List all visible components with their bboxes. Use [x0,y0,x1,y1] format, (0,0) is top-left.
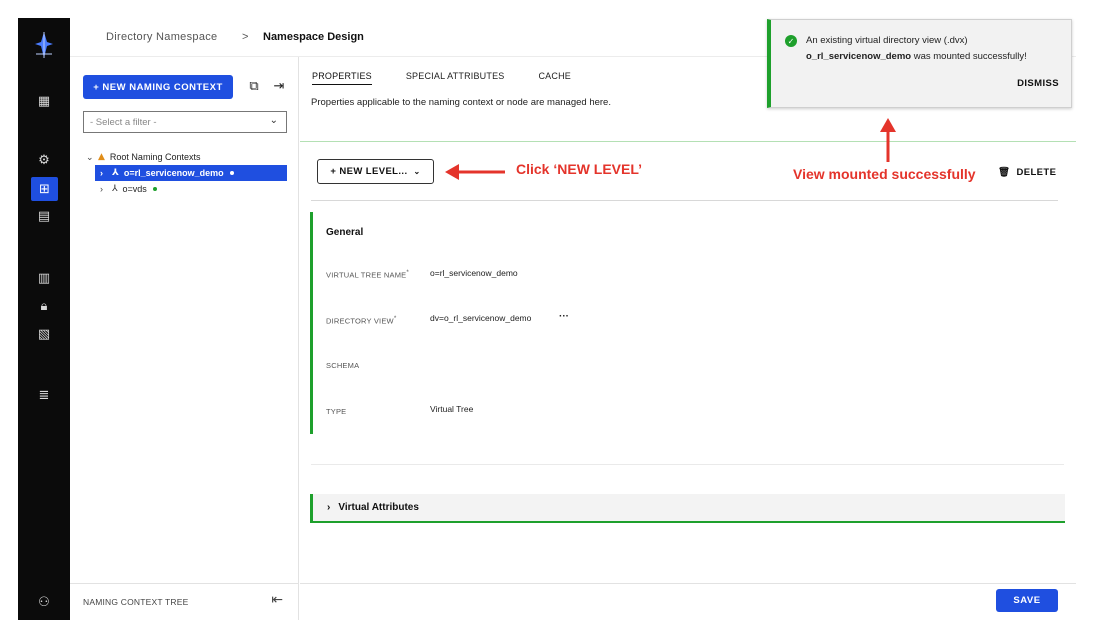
file-check-icon[interactable]: ▧ [32,324,56,344]
list-icon[interactable]: ≣ [32,385,56,405]
chevron-down-icon: ⌄ [413,167,421,176]
new-level-label: + NEW LEVEL... [330,166,408,177]
tree-item-label: o=rl_servicenow_demo [123,168,224,178]
naming-context-tree: ⌄ ▲ Root Naming Contexts › ⅄ o=rl_servic… [86,149,287,197]
dismiss-button[interactable]: DISMISS [1017,78,1059,89]
app-icon-rail: ▦ ⚙ ⊞ ▤ ▥ 🔒︎ ▧ ≣ ⚇ [18,18,70,620]
chevron-right-icon[interactable]: › [95,168,112,178]
success-toast: ✓ An existing virtual directory view (.d… [767,19,1072,108]
tree-item-vds[interactable]: › ⅄ o=vds [95,181,286,197]
toast-message-line2: o_rl_servicenow_demo was mounted success… [806,51,1027,62]
check-circle-icon: ✓ [785,35,797,47]
virtual-tree-name-value[interactable]: o=rl_servicenow_demo [430,268,518,278]
delete-button[interactable]: 🗑︎ DELETE [998,167,1056,178]
calendar-icon[interactable]: ▥ [32,268,56,288]
panel-footer: NAMING CONTEXT TREE ⇤ [70,583,299,620]
save-button[interactable]: SAVE [996,589,1058,612]
general-title: General [326,227,364,238]
toast-message-line1: An existing virtual directory view (.dvx… [806,35,968,46]
hierarchy-icon: ⅄ [112,184,118,194]
new-naming-context-button[interactable]: + NEW NAMING CONTEXT [83,75,233,99]
warning-icon: ▲ [98,152,105,162]
divider [311,200,1058,201]
toast-view-name: o_rl_servicenow_demo [806,51,912,62]
breadcrumb-current: Namespace Design [263,31,364,43]
annotation-arrow-up [880,118,896,162]
divider [311,464,1064,465]
main-content: PROPERTIES SPECIAL ATTRIBUTES CACHE Prop… [300,57,1076,620]
hierarchy-icon: ⅄ [112,168,119,178]
panel-footer-label: NAMING CONTEXT TREE [83,597,189,607]
naming-context-panel: + NEW NAMING CONTEXT ⧉ ⇥ - Select a filt… [70,57,299,620]
refresh-icon[interactable]: ⧉ [246,78,262,94]
annotation-arrow-left [445,164,505,180]
virtual-tree-name-label: VIRTUAL TREE NAME* [326,269,410,280]
chevron-right-icon[interactable]: › [95,184,112,194]
breadcrumb-parent[interactable]: Directory Namespace [106,31,217,43]
type-value: Virtual Tree [430,404,474,414]
chevron-right-icon: › [327,502,331,513]
section-divider [300,141,1076,142]
filter-select[interactable]: - Select a filter - ⌄ [83,111,287,133]
type-label: TYPE [326,407,347,416]
status-dot [229,171,234,175]
page-description: Properties applicable to the naming cont… [311,97,611,108]
status-dot [152,187,157,191]
annotation-view-mounted: View mounted successfully [793,166,976,182]
directory-view-label: DIRECTORY VIEW* [326,315,397,326]
tree-root[interactable]: ⌄ ▲ Root Naming Contexts [86,149,286,165]
dashboard-icon[interactable]: ▦ [32,91,56,111]
collapse-panel-icon[interactable]: ⇤ [271,592,283,608]
chevron-down-icon: ⌄ [269,115,278,126]
tab-special-attributes[interactable]: SPECIAL ATTRIBUTES [406,71,505,85]
directory-view-value[interactable]: dv=o_rl_servicenow_demo [430,313,531,323]
tree-root-label: Root Naming Contexts [109,152,201,162]
breadcrumb-separator: > [242,31,249,43]
main-footer: SAVE [300,583,1076,620]
tree-item-rl-servicenow-demo[interactable]: › ⅄ o=rl_servicenow_demo [95,165,287,181]
tree-item-label: o=vds [122,184,147,194]
more-options-icon[interactable]: ··· [559,311,569,322]
new-level-button[interactable]: + NEW LEVEL... ⌄ [317,159,434,184]
lock-icon[interactable]: 🔒︎ [32,296,56,316]
filter-placeholder: - Select a filter - [90,117,157,128]
delete-label: DELETE [1016,167,1057,178]
schema-label: SCHEMA [326,361,360,370]
general-section: General VIRTUAL TREE NAME* o=rl_servicen… [310,212,1070,434]
virtual-attributes-label: Virtual Attributes [338,502,419,513]
annotation-click-new-level: Click ‘NEW LEVEL’ [516,161,643,177]
tab-cache[interactable]: CACHE [538,71,571,85]
logo-icon [33,30,55,60]
settings-icon[interactable]: ⚙ [32,150,56,170]
toast-message-rest: was mounted successfully! [911,51,1027,62]
document-icon[interactable]: ▤ [32,206,56,226]
import-icon[interactable]: ⇥ [271,78,287,94]
namespace-icon[interactable]: ⊞ [31,177,58,201]
property-tabs: PROPERTIES SPECIAL ATTRIBUTES CACHE [312,71,605,85]
trash-icon: 🗑︎ [998,167,1011,178]
chevron-down-icon[interactable]: ⌄ [86,152,98,163]
tab-properties[interactable]: PROPERTIES [312,71,372,85]
user-settings-icon[interactable]: ⚇ [32,592,56,612]
virtual-attributes-section[interactable]: › Virtual Attributes [310,494,1065,523]
